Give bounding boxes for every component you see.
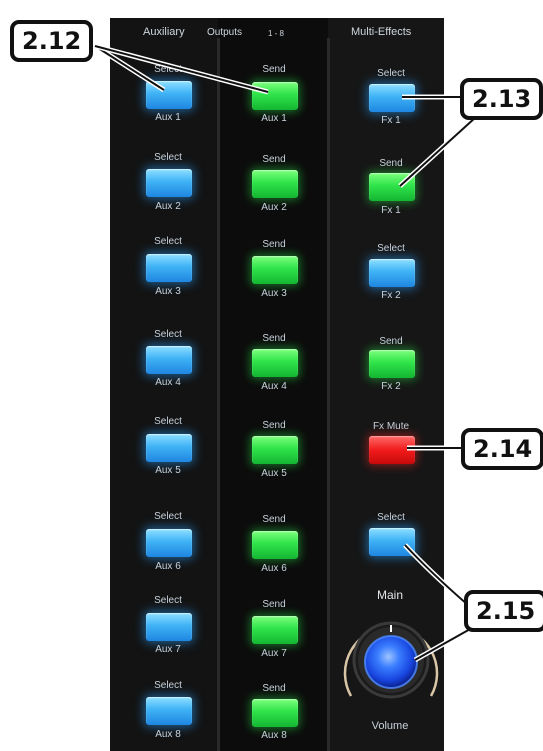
callout-2-15: 2.15	[464, 590, 543, 632]
callout-2-13: 2.13	[460, 78, 543, 120]
callout-2-14: 2.14	[461, 428, 543, 470]
callout-2-12: 2.12	[10, 20, 94, 62]
